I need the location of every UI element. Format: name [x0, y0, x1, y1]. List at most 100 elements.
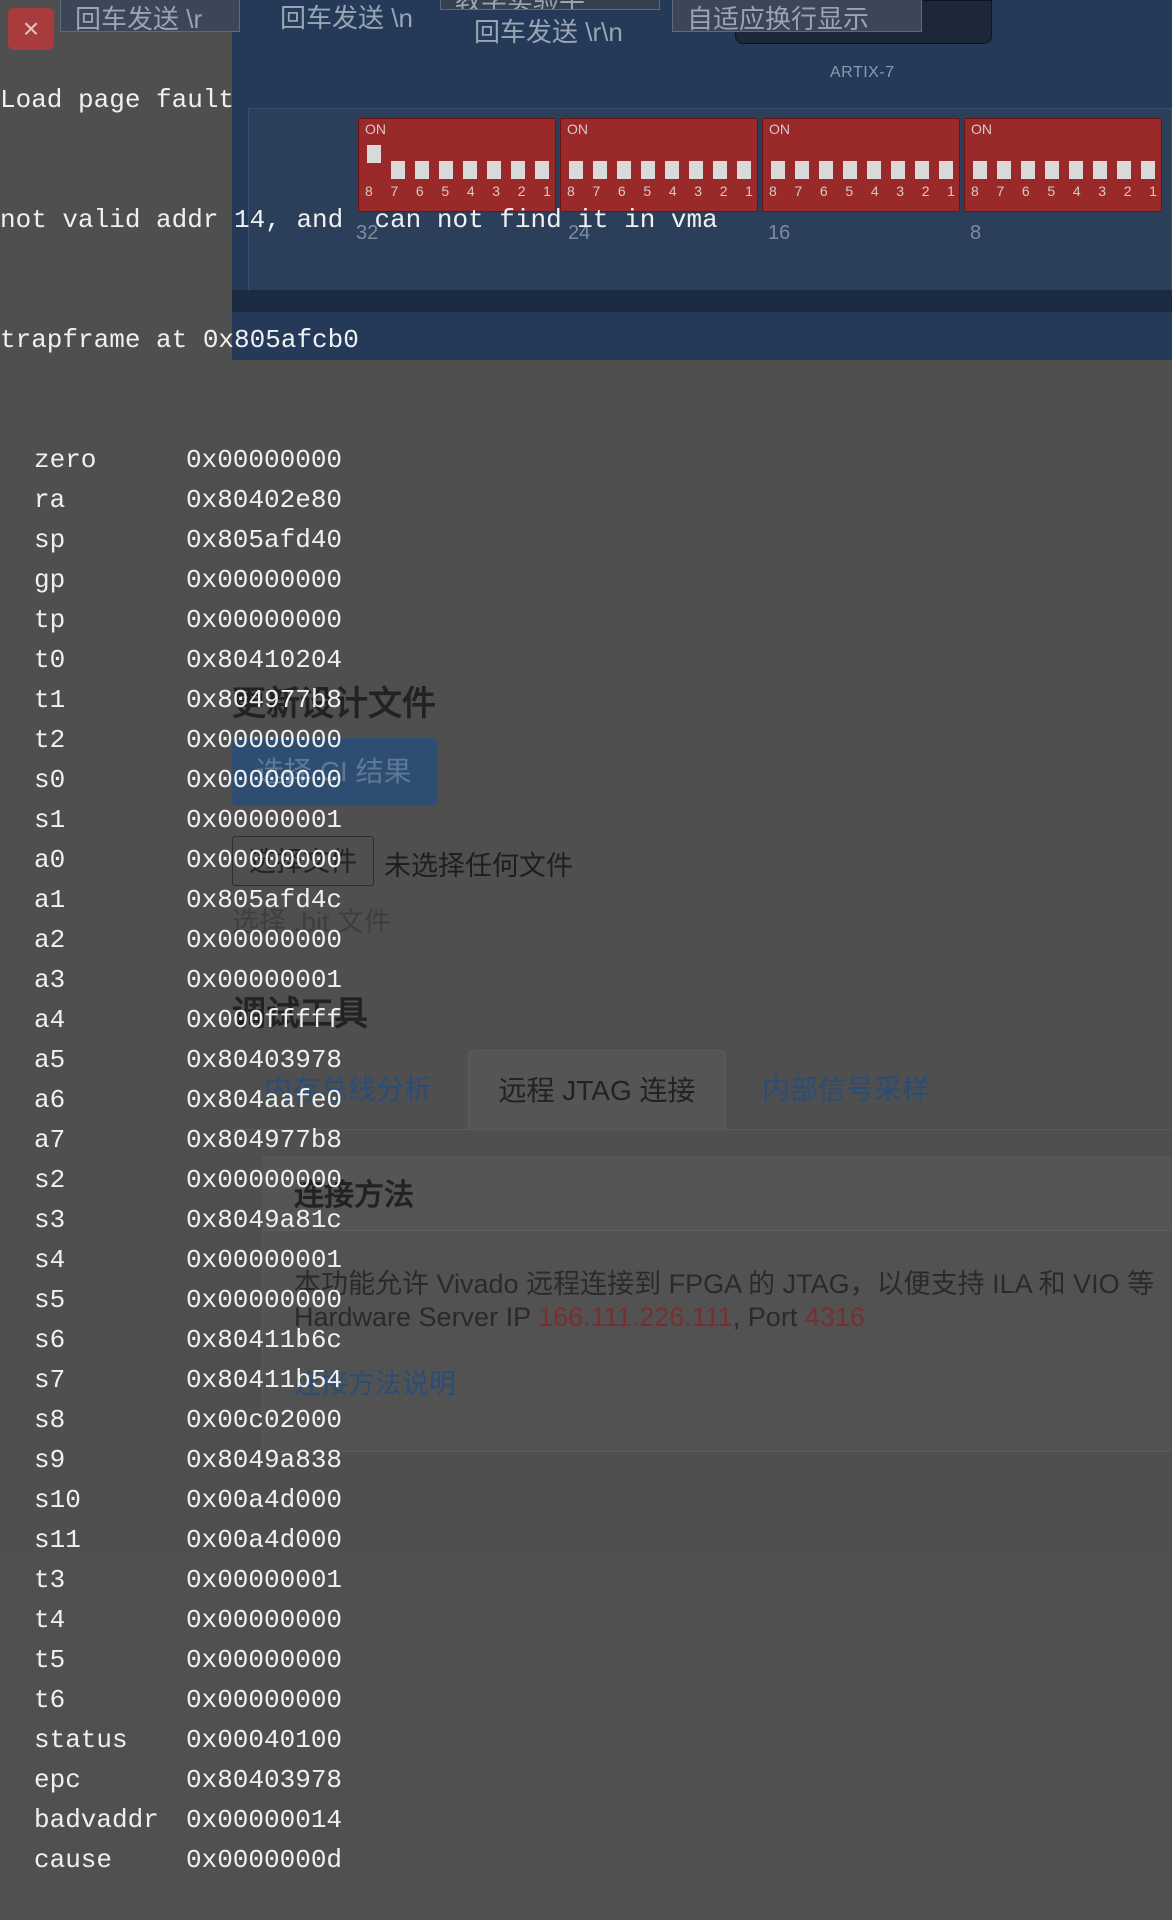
register-value: 0x80403978 [186, 1765, 343, 1795]
register-value: 0x00000001 [186, 1565, 343, 1595]
register-row: t5 0x00000000 [0, 1640, 718, 1680]
register-name: s2 [34, 1165, 66, 1195]
register-value: 0x00040100 [186, 1725, 343, 1755]
dip-switch-bank[interactable]: ON 87654321 [762, 118, 960, 212]
register-value: 0x00000000 [186, 1165, 343, 1195]
register-value: 0x80403978 [186, 1045, 343, 1075]
dip-switch[interactable] [795, 161, 809, 179]
dip-switch[interactable] [1045, 161, 1059, 179]
register-row: zero 0x00000000 [0, 440, 718, 480]
dip-switch[interactable] [1021, 161, 1035, 179]
register-value: 0x80411b6c [186, 1325, 343, 1355]
register-value: 0x00000000 [186, 1685, 343, 1715]
tab-signal-sampling[interactable]: 内部信号采样 [762, 1050, 930, 1130]
register-value: 0x804977b8 [186, 685, 343, 715]
dip-switch[interactable] [1141, 161, 1155, 179]
register-name: t4 [34, 1605, 66, 1635]
dip-index-label: 8 [970, 222, 982, 244]
register-name: t5 [34, 1645, 66, 1675]
register-row: s11 0x00a4d000 [0, 1520, 718, 1560]
dip-switch[interactable] [1069, 161, 1083, 179]
register-name: a2 [34, 925, 66, 955]
register-name: s10 [34, 1485, 81, 1515]
dip-switch[interactable] [915, 161, 929, 179]
dip-switch-bank[interactable]: ON 87654321 [964, 118, 1162, 212]
register-name: gp [34, 565, 66, 595]
register-value: 0x00000000 [186, 765, 343, 795]
register-name: s5 [34, 1285, 66, 1315]
register-value: 0x00000001 [186, 1245, 343, 1275]
register-value: 0x000fffff [186, 1005, 343, 1035]
register-name: a4 [34, 1005, 66, 1035]
register-name: s6 [34, 1325, 66, 1355]
register-row: t3 0x00000001 [0, 1560, 718, 1600]
register-row: t0 0x80410204 [0, 640, 718, 680]
register-row: a7 0x804977b8 [0, 1120, 718, 1160]
register-value: 0x00000014 [186, 1805, 343, 1835]
register-value: 0x00000000 [186, 605, 343, 635]
register-value: 0x00a4d000 [186, 1525, 343, 1555]
register-value: 0x00000000 [186, 565, 343, 595]
register-name: ra [34, 485, 66, 515]
register-value: 0x00000000 [186, 725, 343, 755]
register-row: s1 0x00000001 [0, 800, 718, 840]
register-row: s6 0x80411b6c [0, 1320, 718, 1360]
register-row: s3 0x8049a81c [0, 1200, 718, 1240]
dip-switch[interactable] [867, 161, 881, 179]
register-value: 0x804aafe0 [186, 1085, 343, 1115]
register-name: a7 [34, 1125, 66, 1155]
register-value: 0x00000000 [186, 1285, 343, 1315]
register-row: a1 0x805afd4c [0, 880, 718, 920]
register-row: status 0x00040100 [0, 1720, 718, 1760]
register-row: t1 0x804977b8 [0, 680, 718, 720]
dip-switch[interactable] [997, 161, 1011, 179]
register-row: cause 0x0000000d [0, 1840, 718, 1880]
register-row: s9 0x8049a838 [0, 1440, 718, 1480]
register-row: a2 0x00000000 [0, 920, 718, 960]
register-value: 0x00000000 [186, 445, 343, 475]
server-port: 4316 [804, 1302, 865, 1332]
register-value: 0x0000000d [186, 1845, 343, 1875]
register-value: 0x80402e80 [186, 485, 343, 515]
register-name: cause [34, 1845, 113, 1875]
register-row: s7 0x80411b54 [0, 1360, 718, 1400]
dip-switch[interactable] [819, 161, 833, 179]
register-name: s7 [34, 1365, 66, 1395]
dip-switch[interactable] [891, 161, 905, 179]
register-name: s9 [34, 1445, 66, 1475]
register-name: status [34, 1725, 128, 1755]
register-row: s5 0x00000000 [0, 1280, 718, 1320]
terminal-output: Load page fault not valid addr 14, and c… [0, 0, 718, 1920]
register-value: 0x8049a81c [186, 1205, 343, 1235]
dip-switch[interactable] [1093, 161, 1107, 179]
register-name: a6 [34, 1085, 66, 1115]
register-row: a4 0x000fffff [0, 1000, 718, 1040]
register-name: tp [34, 605, 66, 635]
register-name: a0 [34, 845, 66, 875]
register-value: 0x00000000 [186, 845, 343, 875]
dip-switch[interactable] [843, 161, 857, 179]
dip-switch[interactable] [737, 161, 751, 179]
fault-detail: not valid addr 14, and can not find it i… [0, 205, 718, 235]
register-row: sp 0x805afd40 [0, 520, 718, 560]
register-row: a5 0x80403978 [0, 1040, 718, 1080]
chip-label: ARTIX-7 [830, 64, 895, 81]
register-row: gp 0x00000000 [0, 560, 718, 600]
register-name: t2 [34, 725, 66, 755]
dip-switch[interactable] [939, 161, 953, 179]
register-value: 0x00a4d000 [186, 1485, 343, 1515]
register-row: tp 0x00000000 [0, 600, 718, 640]
register-value: 0x804977b8 [186, 1125, 343, 1155]
dip-switch[interactable] [1117, 161, 1131, 179]
register-name: epc [34, 1765, 81, 1795]
register-value: 0x80410204 [186, 645, 343, 675]
register-row: s8 0x00c02000 [0, 1400, 718, 1440]
dip-switch[interactable] [973, 161, 987, 179]
register-row: ra 0x80402e80 [0, 480, 718, 520]
register-row: badvaddr 0x00000014 [0, 1800, 718, 1840]
register-row: a6 0x804aafe0 [0, 1080, 718, 1120]
register-value: 0x00000000 [186, 1645, 343, 1675]
dip-index-label: 16 [768, 222, 791, 244]
dip-switch[interactable] [771, 161, 785, 179]
register-name: t1 [34, 685, 66, 715]
